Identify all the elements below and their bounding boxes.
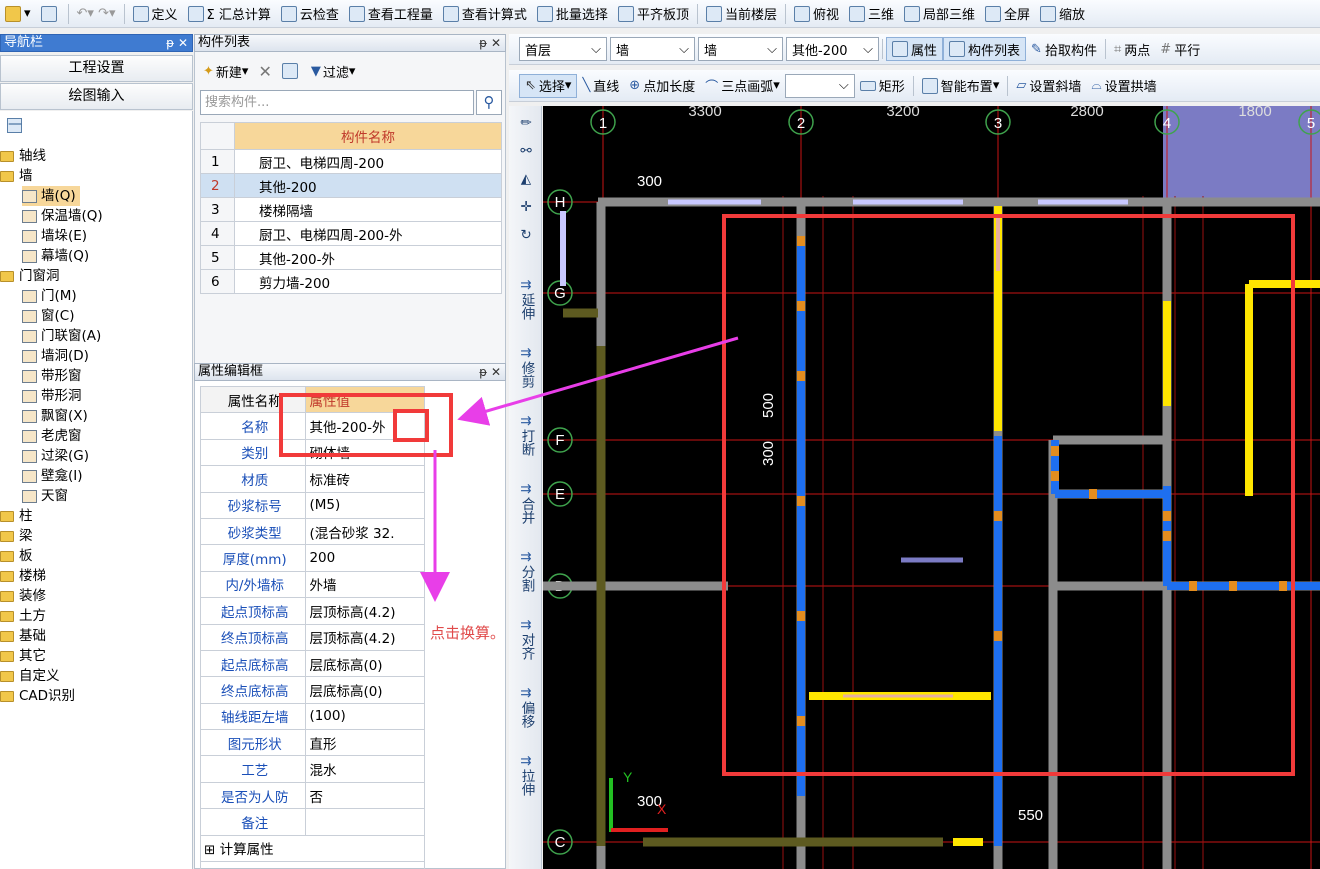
arrow-to-field	[457, 336, 739, 426]
annotation-arrows	[420, 336, 739, 602]
